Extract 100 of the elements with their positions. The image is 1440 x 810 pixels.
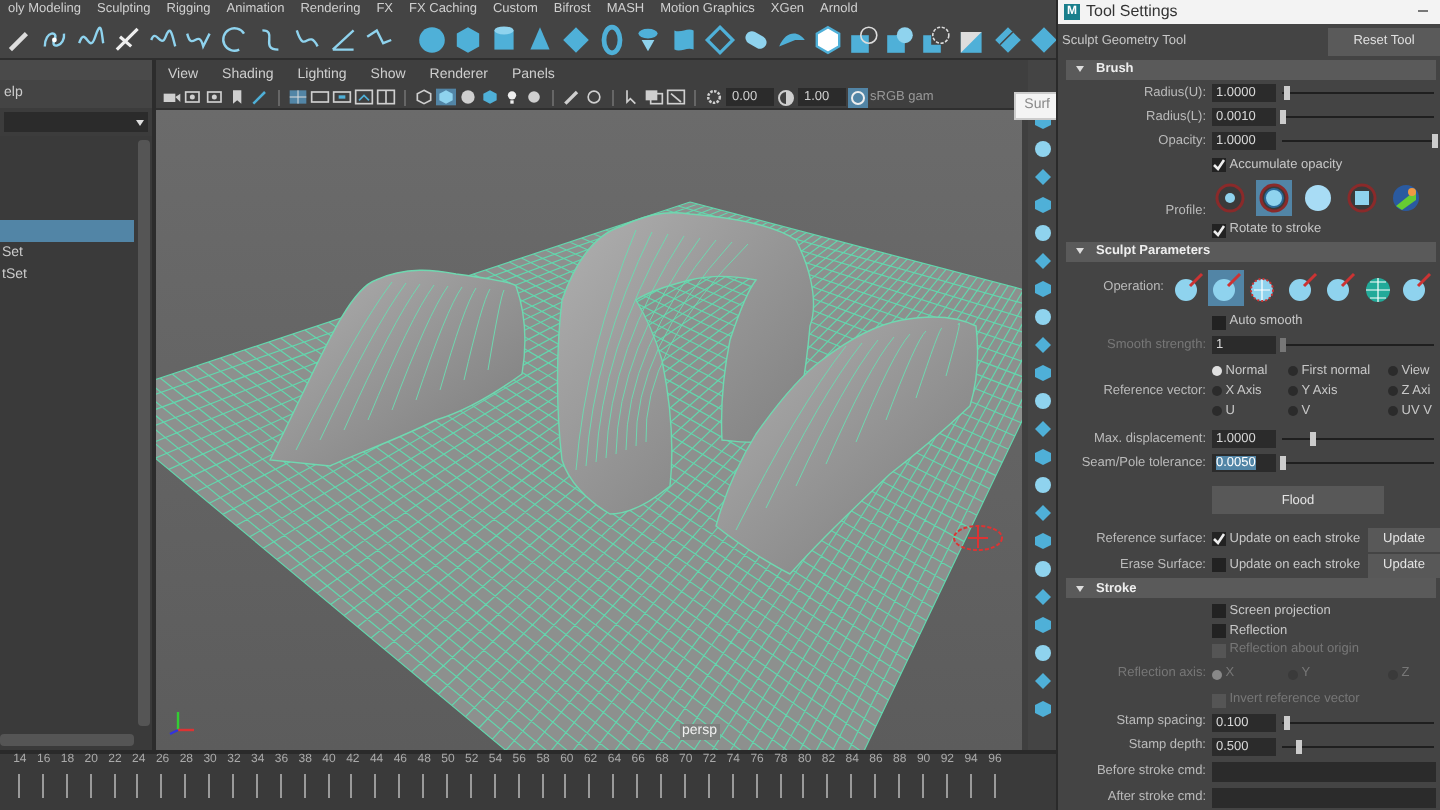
sphere-icon[interactable] [1033, 224, 1051, 242]
cube-icon[interactable] [1033, 196, 1051, 214]
diamond-icon[interactable] [1033, 336, 1051, 354]
cube-icon[interactable] [1033, 700, 1051, 718]
texture-circle-icon [1390, 181, 1422, 214]
radio-button[interactable] [1388, 386, 1398, 397]
cube-icon[interactable] [1033, 532, 1051, 550]
sphere-pencil-icon [1324, 271, 1356, 304]
checkbox[interactable] [1212, 623, 1226, 638]
ring-circle-icon [1258, 181, 1290, 214]
radio-button[interactable] [1212, 366, 1222, 377]
option-button[interactable] [1256, 179, 1292, 216]
option-button[interactable] [1170, 269, 1206, 306]
color-space-icon[interactable] [848, 87, 868, 107]
sphere-icon[interactable] [1033, 644, 1051, 662]
sphere-icon[interactable] [524, 88, 544, 106]
camera-icon[interactable] [162, 88, 182, 106]
circle-icon[interactable] [584, 88, 604, 106]
gear-icon[interactable] [704, 88, 724, 106]
window-title: Tool Settings [1086, 2, 1178, 22]
slider-thumb[interactable] [1280, 455, 1286, 470]
pen-icon[interactable] [250, 88, 270, 106]
cube-icon[interactable] [480, 88, 500, 106]
slider-thumb[interactable] [1310, 432, 1317, 446]
sphere-icon[interactable] [1033, 560, 1051, 578]
sphere-icon[interactable] [1033, 392, 1051, 410]
radio-button[interactable] [1388, 366, 1398, 377]
option-button[interactable] [1322, 269, 1358, 306]
frame-icon[interactable] [310, 88, 330, 106]
cube-icon[interactable] [1033, 616, 1051, 634]
slider-thumb[interactable] [1284, 715, 1291, 730]
slider-thumb[interactable] [1432, 134, 1438, 149]
square-circle-icon[interactable] [848, 23, 880, 55]
cube-icon[interactable] [1033, 280, 1051, 298]
radio-button[interactable] [1288, 366, 1298, 377]
option-button[interactable] [1388, 179, 1424, 216]
cube-icon[interactable] [436, 88, 456, 106]
sphere-icon[interactable] [416, 23, 448, 55]
cylinder-icon[interactable] [488, 23, 520, 55]
option-button[interactable] [1208, 269, 1244, 306]
knife-icon[interactable] [112, 23, 144, 55]
slider-thumb[interactable] [1295, 739, 1302, 754]
torus-icon[interactable] [596, 23, 628, 55]
slider-thumb[interactable] [1280, 110, 1286, 125]
scrollbar[interactable] [0, 734, 134, 746]
checkbox[interactable] [1212, 223, 1226, 238]
square-circle-icon[interactable] [920, 23, 952, 55]
slider-thumb[interactable] [1284, 86, 1291, 101]
checkbox[interactable] [1212, 603, 1226, 618]
scrollbar[interactable] [138, 140, 150, 726]
command-field[interactable] [1212, 787, 1436, 808]
diamond-icon[interactable] [1033, 672, 1051, 690]
light-icon[interactable] [502, 88, 522, 106]
option-button[interactable] [1284, 269, 1320, 306]
frame-icon[interactable] [376, 88, 396, 106]
checkbox[interactable] [1212, 315, 1226, 330]
diamond-icon[interactable] [1033, 420, 1051, 438]
minimize-icon[interactable] [1418, 10, 1428, 13]
diamond-icon[interactable] [1033, 588, 1051, 606]
contrast-icon[interactable] [776, 87, 796, 107]
radio-button[interactable] [1388, 406, 1398, 417]
diamond-icon[interactable] [1033, 168, 1051, 186]
option-button[interactable] [1398, 269, 1434, 306]
disc-icon [1302, 181, 1334, 214]
cube-icon[interactable] [1033, 364, 1051, 382]
surface-icon[interactable] [668, 23, 700, 55]
sphere-pencil-icon [1210, 271, 1242, 304]
resize-icon[interactable] [666, 88, 686, 106]
option-button[interactable] [1300, 179, 1336, 216]
frame-icon[interactable] [332, 88, 352, 106]
diamond-icon[interactable] [1033, 504, 1051, 522]
checkbox[interactable] [1212, 558, 1226, 573]
dot-circle-icon [1214, 181, 1246, 214]
sphere-icon[interactable] [458, 88, 478, 106]
diamond-icon[interactable] [1033, 252, 1051, 270]
radio-button[interactable] [1288, 406, 1298, 417]
command-field[interactable] [1212, 761, 1436, 782]
cube-icon[interactable] [1033, 448, 1051, 466]
camera-icon[interactable] [206, 88, 226, 106]
checkbox[interactable] [1212, 157, 1226, 172]
sphere-icon[interactable] [1033, 476, 1051, 494]
sphere-icon[interactable] [1033, 140, 1051, 158]
square-circle-icon[interactable] [884, 23, 916, 55]
frame-icon[interactable] [354, 88, 374, 106]
sphere-icon[interactable] [1033, 308, 1051, 326]
grid-icon[interactable] [288, 88, 308, 106]
camera-icon[interactable] [184, 88, 204, 106]
checkbox[interactable] [1212, 532, 1226, 547]
option-button[interactable] [1344, 179, 1380, 216]
option-button[interactable] [1212, 179, 1248, 216]
diamond-icon[interactable] [992, 23, 1024, 55]
radio-button[interactable] [1288, 386, 1298, 397]
cube-icon[interactable] [414, 88, 434, 106]
dropdown-field[interactable] [4, 112, 148, 132]
window-icon[interactable] [644, 88, 664, 106]
diamond-icon[interactable] [704, 23, 736, 55]
brush-icon[interactable] [562, 88, 582, 106]
radio-button[interactable] [1212, 406, 1222, 417]
viewport-scene-drawing[interactable] [156, 110, 1022, 750]
radio-button[interactable] [1212, 386, 1222, 397]
